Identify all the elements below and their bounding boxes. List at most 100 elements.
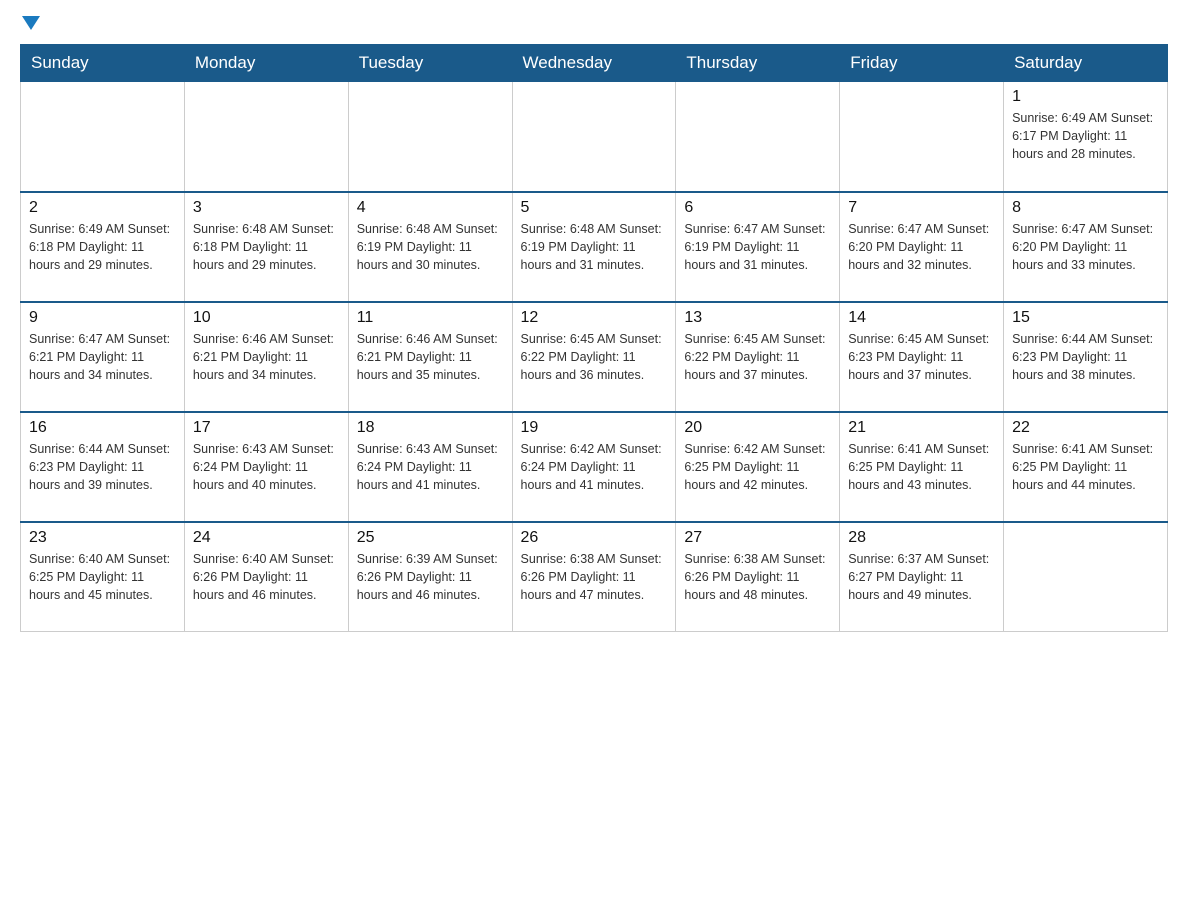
day-number: 14 <box>848 309 995 327</box>
day-info: Sunrise: 6:49 AM Sunset: 6:18 PM Dayligh… <box>29 220 176 274</box>
calendar-cell: 18 Sunrise: 6:43 AM Sunset: 6:24 PM Dayli… <box>348 412 512 522</box>
day-number: 13 <box>684 309 831 327</box>
calendar-week-row: 16Sunrise: 6:44 AM Sunset: 6:23 PM Dayli… <box>21 412 1168 522</box>
day-info: Sunrise: 6:45 AM Sunset: 6:23 PM Dayligh… <box>848 330 995 384</box>
calendar-cell: 3 Sunrise: 6:48 AM Sunset: 6:18 PM Daylig… <box>184 192 348 302</box>
day-number: 22 <box>1012 419 1159 437</box>
calendar-cell: 28 Sunrise: 6:37 AM Sunset: 6:27 PM Dayli… <box>840 522 1004 632</box>
calendar-cell <box>676 82 840 192</box>
day-number: 3 <box>193 199 340 217</box>
day-number: 8 <box>1012 199 1159 217</box>
calendar-cell: 27 Sunrise: 6:38 AM Sunset: 6:26 PM Dayli… <box>676 522 840 632</box>
logo <box>20 20 40 34</box>
calendar-cell: 20 Sunrise: 6:42 AM Sunset: 6:25 PM Dayli… <box>676 412 840 522</box>
calendar-week-row: 1 Sunrise: 6:49 AM Sunset: 6:17 PM Daylig… <box>21 82 1168 192</box>
calendar-header-row: SundayMondayTuesdayWednesdayThursdayFrid… <box>21 45 1168 82</box>
day-info: Sunrise: 6:42 AM Sunset: 6:25 PM Dayligh… <box>684 440 831 494</box>
day-number: 25 <box>357 529 504 547</box>
day-info: Sunrise: 6:41 AM Sunset: 6:25 PM Dayligh… <box>1012 440 1159 494</box>
day-info: Sunrise: 6:37 AM Sunset: 6:27 PM Dayligh… <box>848 550 995 604</box>
day-number: 9 <box>29 309 176 327</box>
day-number: 26 <box>521 529 668 547</box>
day-info: Sunrise: 6:47 AM Sunset: 6:20 PM Dayligh… <box>1012 220 1159 274</box>
day-number: 15 <box>1012 309 1159 327</box>
calendar-cell: 5 Sunrise: 6:48 AM Sunset: 6:19 PM Daylig… <box>512 192 676 302</box>
day-info: Sunrise: 6:39 AM Sunset: 6:26 PM Dayligh… <box>357 550 504 604</box>
calendar-cell: 1 Sunrise: 6:49 AM Sunset: 6:17 PM Daylig… <box>1004 82 1168 192</box>
calendar-week-row: 2 Sunrise: 6:49 AM Sunset: 6:18 PM Daylig… <box>21 192 1168 302</box>
day-number: 10 <box>193 309 340 327</box>
day-of-week-header: Tuesday <box>348 45 512 82</box>
calendar-cell: 2 Sunrise: 6:49 AM Sunset: 6:18 PM Daylig… <box>21 192 185 302</box>
day-number: 2 <box>29 199 176 217</box>
calendar-cell: 19 Sunrise: 6:42 AM Sunset: 6:24 PM Dayli… <box>512 412 676 522</box>
day-info: Sunrise: 6:47 AM Sunset: 6:19 PM Dayligh… <box>684 220 831 274</box>
day-info: Sunrise: 6:45 AM Sunset: 6:22 PM Dayligh… <box>521 330 668 384</box>
calendar-cell: 14 Sunrise: 6:45 AM Sunset: 6:23 PM Dayli… <box>840 302 1004 412</box>
day-number: 12 <box>521 309 668 327</box>
day-info: Sunrise: 6:42 AM Sunset: 6:24 PM Dayligh… <box>521 440 668 494</box>
day-number: 7 <box>848 199 995 217</box>
calendar-cell: 26 Sunrise: 6:38 AM Sunset: 6:26 PM Dayli… <box>512 522 676 632</box>
day-info: Sunrise: 6:45 AM Sunset: 6:22 PM Dayligh… <box>684 330 831 384</box>
day-info: Sunrise: 6:48 AM Sunset: 6:19 PM Dayligh… <box>521 220 668 274</box>
day-info: Sunrise: 6:46 AM Sunset: 6:21 PM Dayligh… <box>357 330 504 384</box>
calendar-cell: 21 Sunrise: 6:41 AM Sunset: 6:25 PM Dayli… <box>840 412 1004 522</box>
day-number: 20 <box>684 419 831 437</box>
day-info: Sunrise: 6:38 AM Sunset: 6:26 PM Dayligh… <box>684 550 831 604</box>
logo-triangle-icon <box>22 16 40 30</box>
calendar-cell <box>512 82 676 192</box>
calendar-cell: 4 Sunrise: 6:48 AM Sunset: 6:19 PM Daylig… <box>348 192 512 302</box>
day-of-week-header: Wednesday <box>512 45 676 82</box>
calendar-week-row: 23 Sunrise: 6:40 AM Sunset: 6:25 PM Dayli… <box>21 522 1168 632</box>
day-info: Sunrise: 6:44 AM Sunset: 6:23 PM Dayligh… <box>1012 330 1159 384</box>
calendar-table: SundayMondayTuesdayWednesdayThursdayFrid… <box>20 44 1168 632</box>
day-info: Sunrise: 6:43 AM Sunset: 6:24 PM Dayligh… <box>357 440 504 494</box>
day-info: Sunrise: 6:43 AM Sunset: 6:24 PM Dayligh… <box>193 440 340 494</box>
calendar-cell: 16Sunrise: 6:44 AM Sunset: 6:23 PM Dayli… <box>21 412 185 522</box>
day-number: 16 <box>29 419 176 437</box>
day-of-week-header: Saturday <box>1004 45 1168 82</box>
calendar-cell: 8 Sunrise: 6:47 AM Sunset: 6:20 PM Daylig… <box>1004 192 1168 302</box>
calendar-cell <box>348 82 512 192</box>
calendar-cell: 13 Sunrise: 6:45 AM Sunset: 6:22 PM Dayli… <box>676 302 840 412</box>
calendar-cell <box>21 82 185 192</box>
day-number: 11 <box>357 309 504 327</box>
day-number: 24 <box>193 529 340 547</box>
day-number: 18 <box>357 419 504 437</box>
day-info: Sunrise: 6:46 AM Sunset: 6:21 PM Dayligh… <box>193 330 340 384</box>
calendar-cell: 22 Sunrise: 6:41 AM Sunset: 6:25 PM Dayli… <box>1004 412 1168 522</box>
day-info: Sunrise: 6:48 AM Sunset: 6:18 PM Dayligh… <box>193 220 340 274</box>
calendar-cell: 15 Sunrise: 6:44 AM Sunset: 6:23 PM Dayli… <box>1004 302 1168 412</box>
day-number: 21 <box>848 419 995 437</box>
day-info: Sunrise: 6:48 AM Sunset: 6:19 PM Dayligh… <box>357 220 504 274</box>
calendar-cell: 7Sunrise: 6:47 AM Sunset: 6:20 PM Daylig… <box>840 192 1004 302</box>
day-info: Sunrise: 6:49 AM Sunset: 6:17 PM Dayligh… <box>1012 109 1159 163</box>
day-info: Sunrise: 6:40 AM Sunset: 6:25 PM Dayligh… <box>29 550 176 604</box>
day-number: 5 <box>521 199 668 217</box>
day-info: Sunrise: 6:47 AM Sunset: 6:21 PM Dayligh… <box>29 330 176 384</box>
calendar-cell: 11 Sunrise: 6:46 AM Sunset: 6:21 PM Dayli… <box>348 302 512 412</box>
day-of-week-header: Monday <box>184 45 348 82</box>
calendar-cell: 9 Sunrise: 6:47 AM Sunset: 6:21 PM Daylig… <box>21 302 185 412</box>
day-number: 1 <box>1012 88 1159 106</box>
day-info: Sunrise: 6:40 AM Sunset: 6:26 PM Dayligh… <box>193 550 340 604</box>
calendar-cell: 17Sunrise: 6:43 AM Sunset: 6:24 PM Dayli… <box>184 412 348 522</box>
header <box>20 20 1168 34</box>
day-number: 19 <box>521 419 668 437</box>
day-info: Sunrise: 6:38 AM Sunset: 6:26 PM Dayligh… <box>521 550 668 604</box>
day-number: 27 <box>684 529 831 547</box>
calendar-cell: 25 Sunrise: 6:39 AM Sunset: 6:26 PM Dayli… <box>348 522 512 632</box>
calendar-cell: 23 Sunrise: 6:40 AM Sunset: 6:25 PM Dayli… <box>21 522 185 632</box>
day-number: 23 <box>29 529 176 547</box>
calendar-cell: 10 Sunrise: 6:46 AM Sunset: 6:21 PM Dayli… <box>184 302 348 412</box>
day-number: 6 <box>684 199 831 217</box>
calendar-week-row: 9 Sunrise: 6:47 AM Sunset: 6:21 PM Daylig… <box>21 302 1168 412</box>
day-of-week-header: Sunday <box>21 45 185 82</box>
day-info: Sunrise: 6:41 AM Sunset: 6:25 PM Dayligh… <box>848 440 995 494</box>
day-number: 28 <box>848 529 995 547</box>
calendar-cell: 6 Sunrise: 6:47 AM Sunset: 6:19 PM Daylig… <box>676 192 840 302</box>
calendar-cell <box>184 82 348 192</box>
day-number: 4 <box>357 199 504 217</box>
calendar-cell: 12 Sunrise: 6:45 AM Sunset: 6:22 PM Dayli… <box>512 302 676 412</box>
